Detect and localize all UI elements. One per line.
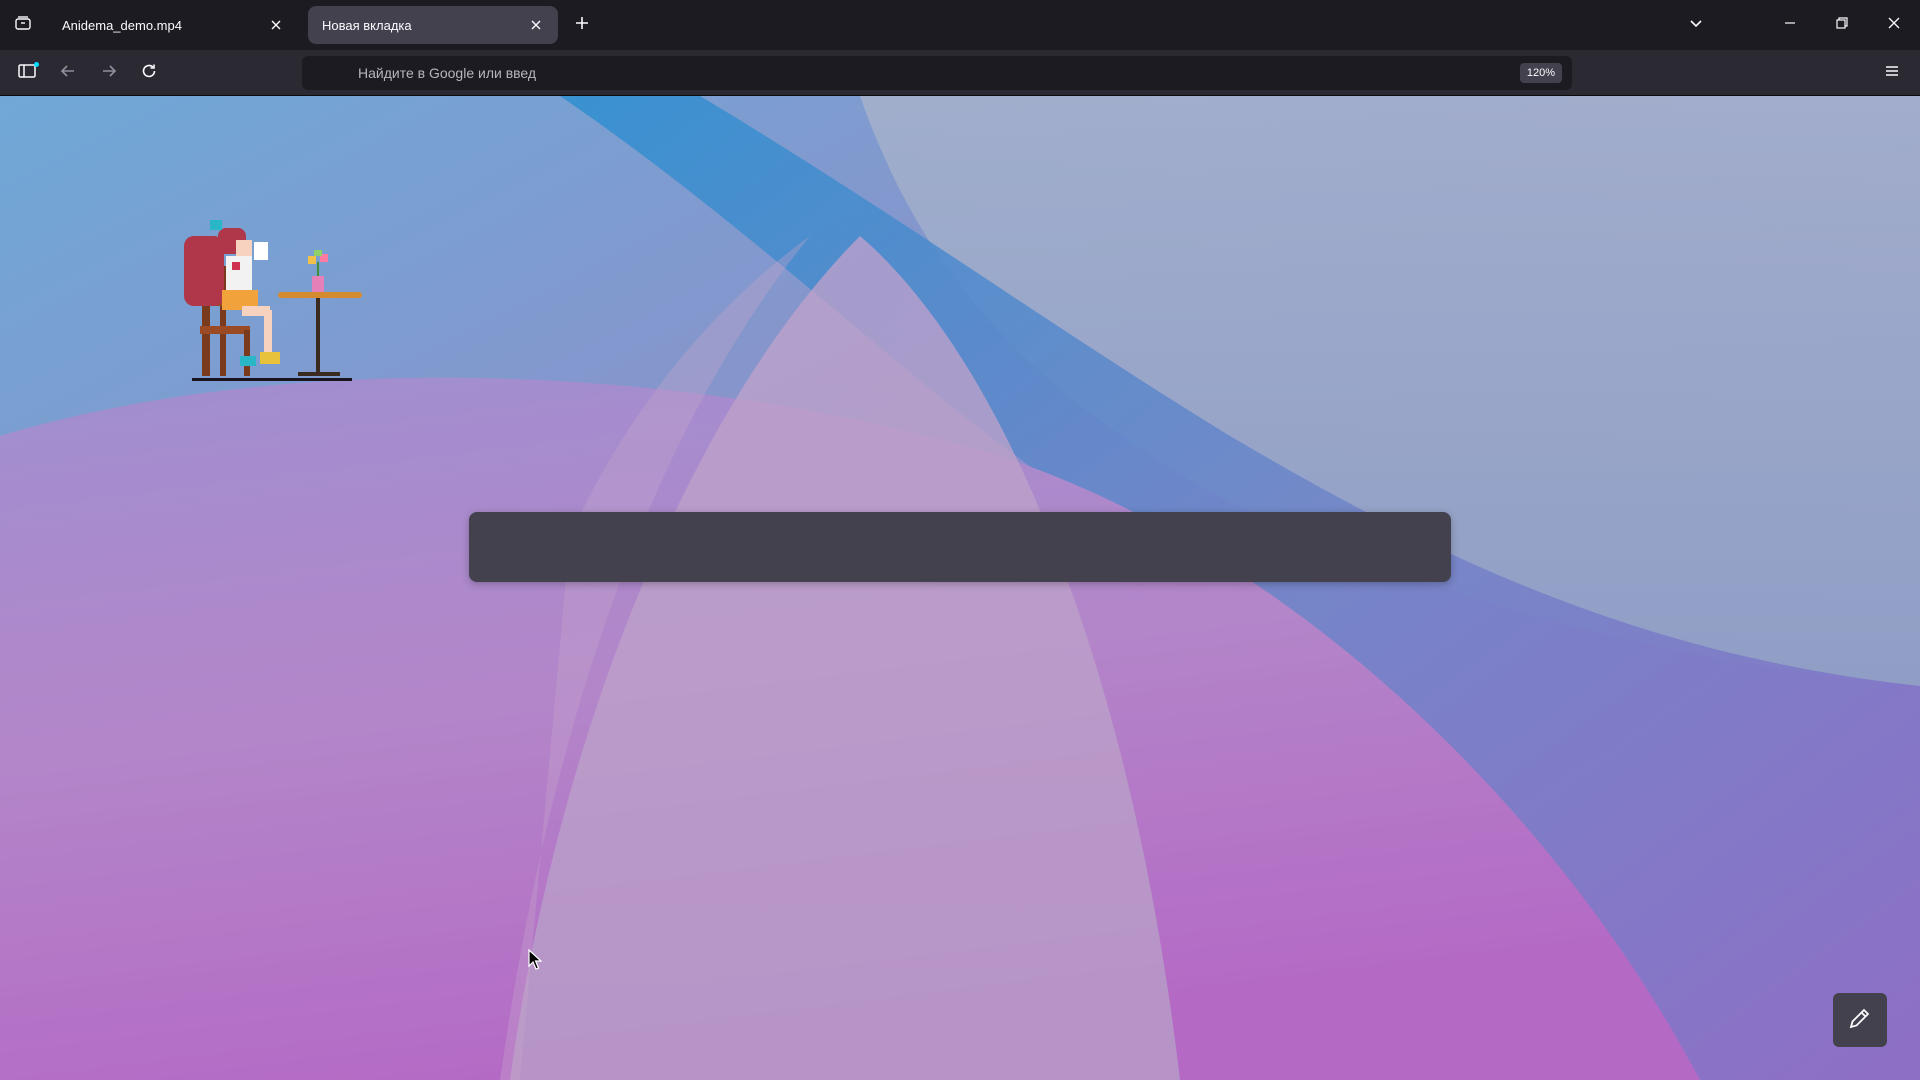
new-tab-page: [0, 96, 1920, 1080]
tab-list-button[interactable]: [6, 9, 40, 41]
pixel-art-girl-image: [184, 220, 362, 381]
zoom-level-badge[interactable]: 120%: [1519, 63, 1562, 83]
new-tab-button[interactable]: [566, 9, 598, 41]
close-icon[interactable]: [526, 15, 546, 35]
url-input[interactable]: [358, 56, 1458, 90]
close-icon: [1887, 16, 1901, 35]
back-arrow-icon: [59, 62, 77, 85]
tab-strip: Anidema_demo.mp4 Новая вкладка: [0, 0, 1920, 50]
reload-icon: [140, 62, 158, 85]
tab-new-tab[interactable]: Новая вкладка: [308, 6, 558, 44]
tab-list-icon: [14, 14, 32, 37]
tab-anidema[interactable]: Anidema_demo.mp4: [48, 6, 298, 44]
restore-icon: [1835, 16, 1849, 35]
navigation-toolbar: 120%: [0, 50, 1920, 96]
customize-button[interactable]: [1833, 993, 1887, 1047]
reload-button[interactable]: [133, 57, 165, 89]
hamburger-menu-icon: [1884, 63, 1900, 84]
minimize-button[interactable]: [1764, 0, 1816, 50]
plus-icon: [574, 15, 590, 36]
tab-title: Anidema_demo.mp4: [62, 17, 182, 33]
tab-title: Новая вкладка: [322, 17, 412, 33]
restore-button[interactable]: [1816, 0, 1868, 50]
chevron-down-icon: [1688, 15, 1704, 36]
new-tab-search-box[interactable]: [469, 512, 1451, 582]
notification-dot: [34, 62, 39, 67]
close-icon[interactable]: [266, 15, 286, 35]
all-tabs-button[interactable]: [1670, 0, 1722, 50]
forward-button[interactable]: [93, 57, 125, 89]
window-close-button[interactable]: [1868, 0, 1920, 50]
address-bar[interactable]: 120%: [302, 56, 1572, 90]
app-menu-button[interactable]: [1876, 57, 1908, 89]
minimize-icon: [1783, 16, 1797, 35]
back-button[interactable]: [52, 57, 84, 89]
mouse-pointer: [528, 948, 543, 976]
pencil-icon: [1846, 1004, 1874, 1037]
sidebar-button[interactable]: [11, 57, 43, 89]
forward-arrow-icon: [100, 62, 118, 85]
